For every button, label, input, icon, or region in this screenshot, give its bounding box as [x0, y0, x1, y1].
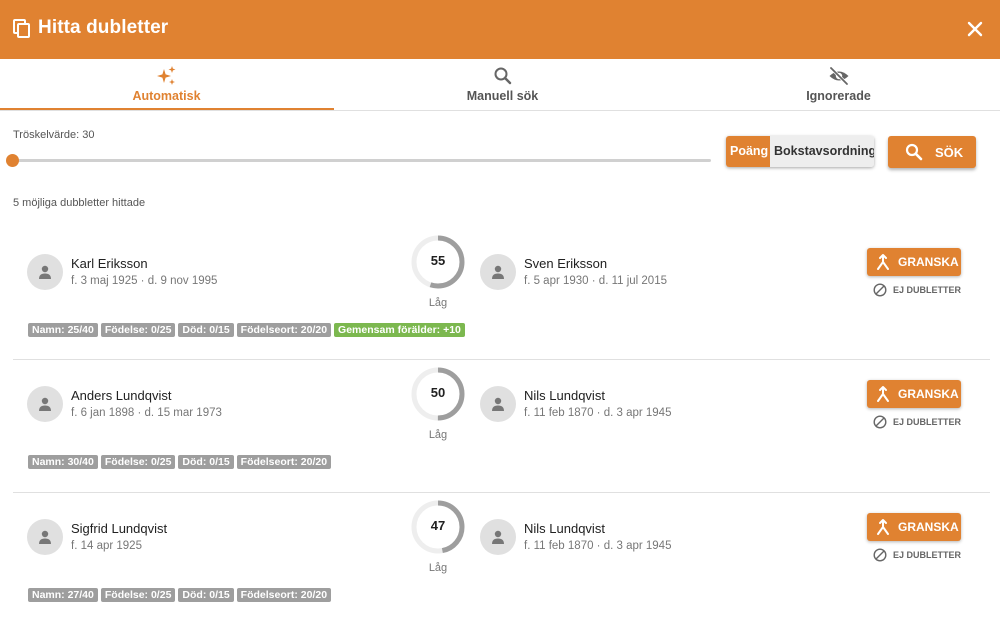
sparkles-icon — [156, 66, 175, 85]
score-badge-birthplace: Födelseort: 20/20 — [236, 588, 332, 602]
score-level: Låg — [428, 562, 448, 574]
block-icon — [873, 415, 887, 429]
close-icon — [967, 21, 983, 37]
person-b-dates: f. 5 apr 1930 · d. 11 jul 2015 — [524, 275, 667, 287]
tab-bar: Automatisk Manuell sök Ignorerade — [0, 59, 1000, 111]
score-level: Låg — [428, 297, 448, 309]
tab-ignored[interactable]: Ignorerade — [672, 59, 1000, 110]
person-a-name[interactable]: Anders Lundqvist — [71, 388, 171, 403]
score-value: 47 — [430, 518, 446, 533]
dialog-title: Hitta dubletter — [38, 17, 169, 38]
duplicate-row: Karl Eriksson f. 3 maj 1925 · d. 9 nov 1… — [13, 228, 990, 360]
tab-label: Manuell sök — [466, 89, 539, 103]
score-badge-death: Död: 0/15 — [178, 588, 234, 602]
person-icon — [492, 530, 504, 544]
eye-off-icon — [829, 66, 848, 86]
review-button-label: GRANSKA — [898, 255, 959, 269]
not-duplicates-label: EJ DUBLETTER — [893, 285, 962, 295]
search-button[interactable]: SÖK — [888, 136, 976, 168]
person-icon — [492, 397, 504, 411]
threshold-slider-track[interactable] — [13, 159, 711, 162]
duplicate-row: Anders Lundqvist f. 6 jan 1898 · d. 15 m… — [13, 361, 990, 493]
review-button[interactable]: GRANSKA — [867, 513, 961, 541]
sort-option-score[interactable]: Poäng — [726, 136, 770, 167]
score-badge-birthplace: Födelseort: 20/20 — [236, 323, 332, 337]
close-button[interactable] — [962, 16, 988, 42]
duplicate-row: Sigfrid Lundqvist f. 14 apr 1925 47 Låg … — [13, 493, 990, 621]
merge-icon — [877, 254, 889, 270]
copy-icon — [13, 19, 30, 38]
score-level: Låg — [428, 429, 448, 441]
tab-label: Automatisk — [132, 89, 201, 103]
not-duplicates-label: EJ DUBLETTER — [893, 417, 962, 427]
score-badges: Namn: 30/40 Födelse: 0/25 Död: 0/15 Föde… — [28, 455, 332, 469]
score-value: 50 — [430, 385, 446, 400]
tab-label: Ignorerade — [806, 89, 871, 103]
score-badge-birth: Födelse: 0/25 — [100, 455, 176, 469]
score-badge-common-parent: Gemensam förälder: +10 — [334, 323, 465, 337]
person-icon — [39, 265, 51, 279]
person-a-dates: f. 14 apr 1925 — [71, 540, 142, 552]
active-tab-indicator — [0, 108, 334, 110]
merge-icon — [877, 519, 889, 535]
score-badges: Namn: 25/40 Födelse: 0/25 Död: 0/15 Föde… — [28, 323, 465, 337]
block-icon — [873, 283, 887, 297]
review-button[interactable]: GRANSKA — [867, 248, 961, 276]
tab-automatic[interactable]: Automatisk — [0, 59, 333, 110]
review-button-label: GRANSKA — [898, 387, 959, 401]
score-badge-death: Död: 0/15 — [178, 455, 234, 469]
review-button-label: GRANSKA — [898, 520, 959, 534]
avatar — [480, 386, 516, 422]
person-b-dates: f. 11 feb 1870 · d. 3 apr 1945 — [524, 540, 672, 552]
search-icon — [905, 143, 923, 161]
threshold-slider-thumb[interactable] — [6, 154, 19, 167]
person-b-dates: f. 11 feb 1870 · d. 3 apr 1945 — [524, 407, 672, 419]
search-button-label: SÖK — [935, 145, 964, 160]
avatar — [27, 519, 63, 555]
person-b-name[interactable]: Nils Lundqvist — [524, 521, 605, 536]
score-badge-birth: Födelse: 0/25 — [100, 588, 176, 602]
avatar — [27, 386, 63, 422]
not-duplicates-label: EJ DUBLETTER — [893, 550, 962, 560]
score-badges: Namn: 27/40 Födelse: 0/25 Död: 0/15 Föde… — [28, 588, 332, 602]
threshold-label: Tröskelvärde: 30 — [13, 129, 95, 141]
avatar — [27, 254, 63, 290]
score-badge-birth: Födelse: 0/25 — [100, 323, 176, 337]
tab-manual-search[interactable]: Manuell sök — [336, 59, 669, 110]
review-button[interactable]: GRANSKA — [867, 380, 961, 408]
person-a-dates: f. 3 maj 1925 · d. 9 nov 1995 — [71, 275, 218, 287]
score-badge-name: Namn: 25/40 — [28, 323, 98, 337]
person-a-name[interactable]: Sigfrid Lundqvist — [71, 521, 167, 536]
score-badge-death: Död: 0/15 — [178, 323, 234, 337]
avatar — [480, 254, 516, 290]
sort-toggle: Poäng Bokstavsordning — [726, 136, 874, 167]
person-a-dates: f. 6 jan 1898 · d. 15 mar 1973 — [71, 407, 222, 419]
person-icon — [492, 265, 504, 279]
person-b-name[interactable]: Sven Eriksson — [524, 256, 607, 271]
sort-option-alphabetical[interactable]: Bokstavsordning — [770, 136, 874, 167]
results-summary: 5 möjliga dubbletter hittade — [13, 197, 146, 209]
score-value: 55 — [430, 253, 446, 268]
person-icon — [39, 397, 51, 411]
person-b-name[interactable]: Nils Lundqvist — [524, 388, 605, 403]
search-icon — [494, 67, 511, 85]
person-icon — [39, 530, 51, 544]
score-badge-name: Namn: 30/40 — [28, 455, 98, 469]
score-badge-birthplace: Födelseort: 20/20 — [236, 455, 332, 469]
merge-icon — [877, 386, 889, 402]
avatar — [480, 519, 516, 555]
score-badge-name: Namn: 27/40 — [28, 588, 98, 602]
block-icon — [873, 548, 887, 562]
person-a-name[interactable]: Karl Eriksson — [71, 256, 148, 271]
dialog-header: Hitta dubletter — [0, 0, 1000, 59]
